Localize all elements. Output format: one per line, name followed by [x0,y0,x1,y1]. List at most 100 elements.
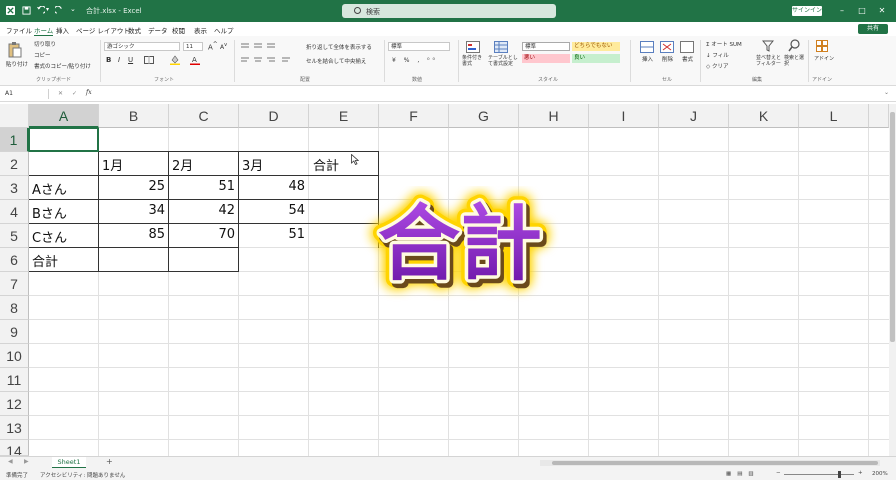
column-header-i[interactable]: I [589,104,659,128]
tab-data[interactable]: データ [148,25,168,35]
insert-function-icon[interactable]: fx [86,89,92,96]
insert-cells-icon[interactable] [640,41,654,53]
value-cell[interactable]: 25 [99,179,165,194]
row-header-2[interactable]: 2 [0,152,29,176]
value-cell[interactable]: 51 [239,227,305,242]
tab-page-layout[interactable]: ページ レイアウト [76,25,130,35]
vertical-scroll-thumb[interactable] [890,112,895,342]
column-header-e[interactable]: E [309,104,379,128]
redo-icon[interactable] [55,6,64,15]
alignment-icons[interactable] [240,42,296,66]
grow-font-icon[interactable]: A^ [208,42,218,51]
header-mar[interactable]: 3月 [242,155,263,174]
font-color-icon[interactable]: A [190,55,200,65]
zoom-in-icon[interactable]: + [858,470,863,476]
column-header-l[interactable]: L [799,104,869,128]
select-all-corner[interactable] [0,104,29,128]
row-header-3[interactable]: 3 [0,176,29,200]
format-as-table-icon[interactable] [494,41,508,53]
row-header-7[interactable]: 7 [0,272,29,296]
row-header-14[interactable]: 14 [0,440,29,456]
tab-home[interactable]: ホーム [34,25,54,36]
zoom-slider[interactable] [784,474,854,475]
header-feb[interactable]: 2月 [172,155,193,174]
column-header-k[interactable]: K [729,104,799,128]
cut-button[interactable]: 切り取り [34,40,56,48]
row-header-1[interactable]: 1 [0,128,29,152]
find-select-button[interactable]: 検索と選択 [784,55,806,67]
bold-button[interactable]: B [106,56,111,64]
name-cell-c[interactable]: Cさん [32,227,67,246]
fill-color-icon[interactable] [170,55,180,65]
column-header-b[interactable]: B [99,104,169,128]
merge-center-button[interactable]: セルを結合して中央揃え [306,57,366,65]
zoom-slider-knob[interactable] [838,471,841,478]
clear-button[interactable]: ◇ クリア [706,62,729,70]
format-as-table-button[interactable]: テーブルとして書式設定 [488,55,518,67]
column-header-j[interactable]: J [659,104,729,128]
tab-file[interactable]: ファイル [6,25,32,35]
value-cell[interactable]: 42 [169,203,235,218]
find-select-icon[interactable] [788,39,800,52]
name-cell-b[interactable]: Bさん [32,203,67,222]
row-header-11[interactable]: 11 [0,368,29,392]
name-cell-a[interactable]: Aさん [32,179,67,198]
minimize-button[interactable]: – [836,5,848,17]
row-header-5[interactable]: 5 [0,224,29,248]
undo-dropdown-icon[interactable]: ▾ [46,6,49,13]
style-neutral[interactable]: どちらでもない [572,42,620,51]
underline-button[interactable]: U [128,56,133,64]
number-format-icons[interactable]: ¥ % , ⁰⁰ [392,57,438,64]
close-button[interactable]: ✕ [876,5,888,17]
expand-formula-bar-icon[interactable]: ⌄ [884,89,889,96]
scroll-tabs-right-icon[interactable]: ▶ [24,458,29,465]
format-cells-button[interactable]: 書式 [682,55,693,63]
format-painter-button[interactable]: 書式のコピー/貼り付け [34,62,91,70]
font-name-select[interactable]: 游ゴシック [104,42,180,51]
paste-icon[interactable] [8,42,22,58]
conditional-format-icon[interactable] [466,41,480,53]
row-header-13[interactable]: 13 [0,416,29,440]
add-sheet-button[interactable]: + [106,457,113,466]
row-header-6[interactable]: 6 [0,248,29,272]
row-header-10[interactable]: 10 [0,344,29,368]
name-box[interactable]: A1 [3,89,49,99]
vertical-scrollbar[interactable] [889,104,896,456]
customize-qat-icon[interactable]: ⌄ [70,5,76,13]
font-size-select[interactable]: 11 [183,42,203,51]
value-cell[interactable]: 34 [99,203,165,218]
total-row-label[interactable]: 合計 [32,251,58,270]
view-mode-icons[interactable]: ▦▤▥ [726,471,760,477]
italic-button[interactable]: I [118,56,120,64]
addins-icon[interactable] [816,40,828,52]
accessibility-status[interactable]: アクセシビリティ: 問題ありません [40,471,125,479]
sort-filter-button[interactable]: 並べ替えとフィルター [756,55,782,67]
format-cells-icon[interactable] [680,41,694,53]
autosum-button[interactable]: Σ オート SUM [706,40,742,48]
row-header-4[interactable]: 4 [0,200,29,224]
zoom-level[interactable]: 200% [872,471,888,477]
paste-button[interactable]: 貼り付け [6,60,28,68]
undo-icon[interactable] [36,6,45,15]
sort-filter-icon[interactable] [762,40,774,52]
style-normal[interactable]: 標準 [522,42,570,51]
header-jan[interactable]: 1月 [102,155,123,174]
value-cell[interactable]: 48 [239,179,305,194]
restore-button[interactable]: □ [856,5,868,17]
tab-insert[interactable]: 挿入 [56,25,69,35]
zoom-out-icon[interactable]: − [776,470,781,476]
column-header-h[interactable]: H [519,104,589,128]
delete-cells-icon[interactable] [660,41,674,53]
column-header-f[interactable]: F [379,104,449,128]
value-cell[interactable]: 70 [169,227,235,242]
tab-review[interactable]: 校閲 [172,25,185,35]
addins-button[interactable]: アドイン [814,55,834,62]
border-icon[interactable] [144,56,154,64]
scroll-tabs-left-icon[interactable]: ◀ [8,458,13,465]
column-header-c[interactable]: C [169,104,239,128]
horizontal-scroll-thumb[interactable] [552,461,878,465]
active-cell[interactable] [29,128,99,152]
horizontal-scrollbar[interactable] [540,460,880,466]
row-header-8[interactable]: 8 [0,296,29,320]
copy-button[interactable]: コピー [34,51,51,59]
